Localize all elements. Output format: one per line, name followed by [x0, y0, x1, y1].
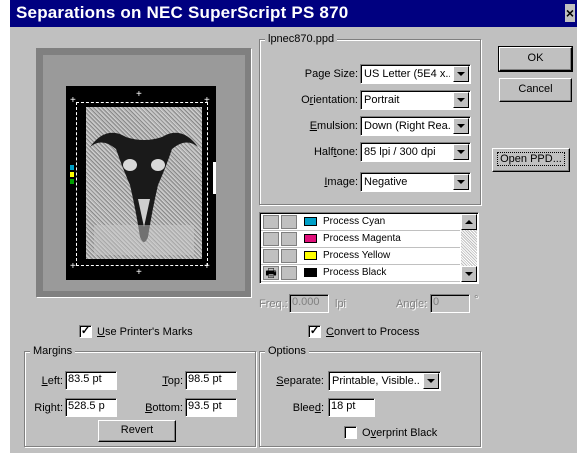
separate-select[interactable]: Printable, Visible... [328, 371, 441, 391]
use-printers-marks-label[interactable]: Use Printer's Marks [97, 325, 193, 339]
close-icon[interactable]: × [565, 4, 575, 22]
image-select[interactable]: Negative [360, 172, 471, 192]
emulsion-value: Down (Right Rea... [364, 120, 450, 132]
angle-unit: ° [474, 294, 479, 306]
orientation-label: Orientation: [301, 94, 358, 106]
right-margin-field[interactable]: 528.5 p [65, 398, 117, 417]
print-toggle-cell[interactable] [263, 215, 279, 229]
ink-swatch-black [304, 268, 317, 277]
right-margin-label: Right: [34, 402, 63, 414]
cancel-button[interactable]: Cancel [499, 78, 572, 102]
page-size-label: Page Size: [304, 68, 358, 80]
ink-name: Process Yellow [323, 250, 391, 261]
freq-unit: lpi [335, 298, 347, 310]
convert-to-process-checkbox[interactable]: ✓ [308, 325, 321, 338]
chevron-down-icon[interactable] [453, 118, 469, 134]
revert-button[interactable]: Revert [98, 420, 176, 442]
overprint-black-checkbox[interactable] [344, 426, 357, 439]
ink-list-scrollbar[interactable] [461, 214, 477, 282]
crop-marks-frame [76, 102, 208, 266]
ink-swatch-cyan [304, 217, 317, 226]
registration-target-top: + [136, 89, 142, 100]
ppd-group-title: lpnec870.ppd [265, 33, 338, 45]
ink-name: Process Black [323, 267, 387, 278]
list-item[interactable]: 🖶 Process Black [261, 265, 460, 282]
registration-mark-top-right: + [204, 95, 210, 106]
convert-to-process-label[interactable]: Convert to Process [326, 325, 420, 339]
halftone-value: 85 lpi / 300 dpi [364, 146, 436, 158]
print-toggle-cell[interactable] [281, 249, 297, 263]
ink-name: Process Magenta [323, 233, 401, 244]
emulsion-select[interactable]: Down (Right Rea... [360, 116, 471, 136]
left-margin-field[interactable]: 83.5 pt [65, 371, 117, 390]
print-toggle-cell[interactable] [281, 215, 297, 229]
chevron-down-icon[interactable] [453, 66, 469, 82]
orientation-select[interactable]: Portrait [360, 90, 471, 110]
top-margin-label: Top: [162, 375, 183, 387]
open-ppd-label: Open PPD... [497, 152, 565, 166]
separate-value: Printable, Visible... [332, 375, 420, 387]
title-bar[interactable]: Separations on NEC SuperScript PS 870 × [10, 0, 577, 27]
registration-target-bottom: + [136, 267, 142, 278]
margins-group-title: Margins [30, 345, 76, 357]
use-printers-marks-checkbox[interactable]: ✓ [79, 325, 92, 338]
separate-label: Separate: [276, 375, 324, 387]
orientation-value: Portrait [364, 94, 400, 106]
list-item[interactable]: Process Yellow [261, 248, 460, 265]
ink-swatch-yellow [304, 251, 317, 260]
bleed-field[interactable]: 18 pt [328, 398, 375, 417]
print-toggle-cell[interactable] [281, 232, 297, 246]
bottom-margin-field[interactable]: 93.5 pt [185, 398, 237, 417]
halftone-select[interactable]: 85 lpi / 300 dpi [360, 142, 471, 162]
ink-name: Process Cyan [323, 216, 386, 227]
chevron-down-icon[interactable] [453, 92, 469, 108]
ink-swatch-magenta [304, 234, 317, 243]
left-margin-label: Left: [41, 375, 63, 387]
freq-label: Freq.: [259, 298, 288, 310]
registration-mark-bottom-right: + [204, 261, 210, 272]
window-title: Separations on NEC SuperScript PS 870 [16, 3, 349, 22]
freq-field[interactable]: 0.000 [289, 294, 329, 313]
overprint-black-label[interactable]: Overprint Black [362, 426, 437, 440]
scroll-up-icon[interactable] [461, 214, 477, 230]
top-margin-field[interactable]: 98.5 pt [185, 371, 237, 390]
printer-icon[interactable]: 🖶 [263, 266, 279, 280]
print-toggle-cell[interactable] [263, 232, 279, 246]
angle-field[interactable]: 0 [430, 294, 470, 313]
separations-dialog: Separations on NEC SuperScript PS 870 × … [9, 0, 577, 453]
list-item[interactable]: Process Magenta [261, 231, 460, 248]
color-bar-cyan [70, 165, 74, 170]
chevron-down-icon[interactable] [423, 373, 439, 389]
scroll-down-icon[interactable] [461, 266, 477, 282]
ink-list[interactable]: Process Cyan Process Magenta Process Yel… [259, 212, 479, 284]
color-bar-yellow [70, 172, 74, 177]
image-label: Image: [324, 176, 358, 188]
options-group-title: Options [265, 345, 309, 357]
open-ppd-button[interactable]: Open PPD... [492, 148, 570, 172]
print-toggle-cell[interactable] [281, 266, 297, 280]
print-toggle-cell[interactable] [263, 249, 279, 263]
halftone-label: Halftone: [313, 146, 358, 158]
emulsion-label: Emulsion: [309, 120, 358, 132]
page-size-value: US Letter (5E4 x... [364, 68, 450, 80]
progressive-color-bar [213, 162, 216, 194]
color-bar-green [70, 179, 74, 184]
angle-label: Angle: [396, 298, 428, 310]
bottom-margin-label: Bottom: [145, 402, 183, 414]
ok-button[interactable]: OK [498, 46, 573, 72]
registration-mark-bottom-left: + [70, 261, 76, 272]
chevron-down-icon[interactable] [453, 174, 469, 190]
page-size-select[interactable]: US Letter (5E4 x... [360, 64, 471, 84]
registration-mark-top-left: + [70, 95, 76, 106]
chevron-down-icon[interactable] [453, 144, 469, 160]
bleed-label: Bleed: [292, 402, 324, 414]
list-item[interactable]: Process Cyan [261, 214, 460, 231]
image-value: Negative [364, 176, 408, 188]
